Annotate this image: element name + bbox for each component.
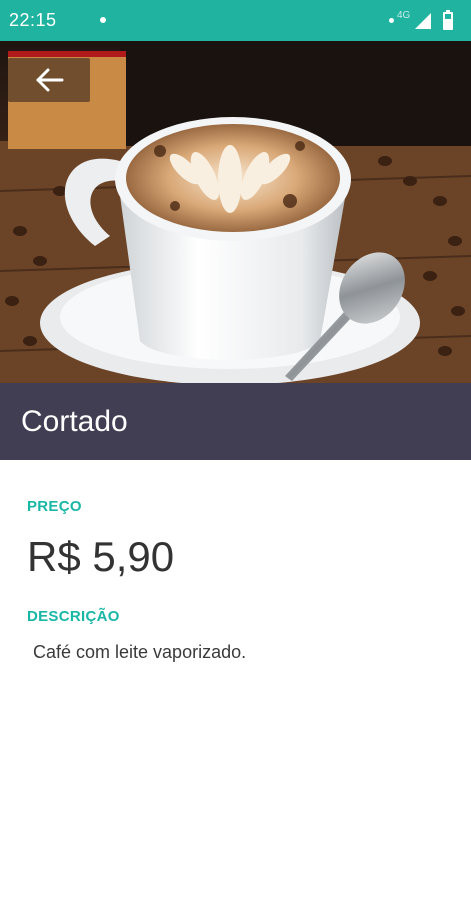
price-label: PREÇO [27, 498, 82, 515]
back-button[interactable] [8, 58, 90, 102]
product-name: Cortado [21, 405, 128, 438]
status-bar: 22:15 4G [0, 0, 471, 41]
signal-icon [415, 13, 431, 29]
network-type-label: 4G [397, 10, 411, 21]
description-label: DESCRIÇÃO [27, 608, 120, 625]
battery-icon [443, 10, 453, 30]
product-title-bar: Cortado [0, 383, 471, 460]
notification-dot-icon [100, 17, 106, 23]
description-text: Café com leite vaporizado. [33, 642, 247, 662]
status-time: 22:15 [9, 10, 57, 30]
arrow-left-icon [36, 68, 64, 92]
price-value: R$ 5,90 [27, 533, 175, 580]
notification-dot-icon [389, 18, 394, 23]
